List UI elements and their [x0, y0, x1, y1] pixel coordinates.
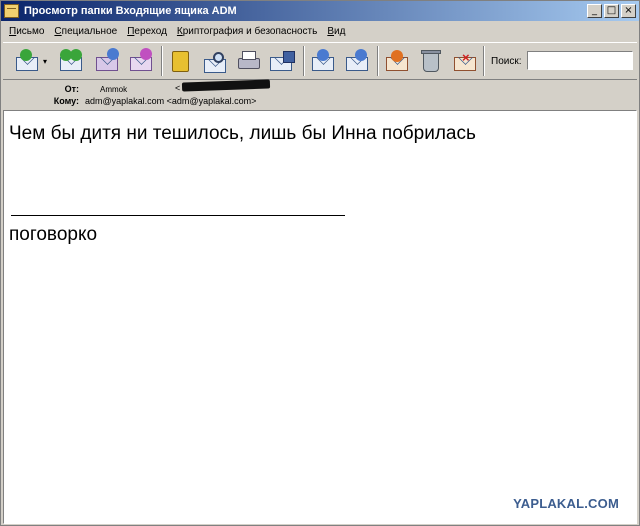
get-mail-icon[interactable]	[13, 48, 41, 74]
close-button[interactable]: ×	[621, 4, 636, 18]
title-bar[interactable]: Просмотр папки Входящие ящика ADM _ □ ×	[1, 1, 639, 21]
menu-go[interactable]: Переход	[127, 26, 167, 37]
menu-crypto[interactable]: Криптография и безопасность	[177, 26, 317, 37]
junk-icon[interactable]: ×	[451, 48, 479, 74]
print-icon[interactable]	[235, 48, 263, 74]
minimize-button[interactable]: _	[587, 4, 602, 18]
menu-bar: Письмо Специальное Переход Криптография …	[1, 21, 639, 41]
menu-special[interactable]: Специальное	[54, 26, 117, 37]
signature-divider	[11, 215, 345, 216]
redacted-email	[181, 79, 271, 92]
from-name[interactable]: Ammok	[100, 85, 127, 94]
menu-view[interactable]: Вид	[327, 26, 345, 37]
previous-message-icon[interactable]	[309, 48, 337, 74]
maximize-button[interactable]: □	[604, 4, 619, 18]
folder-app-icon	[4, 4, 19, 18]
to-label: Кому:	[53, 96, 79, 106]
find-icon[interactable]	[201, 48, 229, 74]
window-title: Просмотр папки Входящие ящика ADM	[24, 5, 237, 17]
delete-icon[interactable]	[417, 48, 445, 74]
from-label: От:	[64, 84, 79, 94]
mark-icon[interactable]	[383, 48, 411, 74]
from-bracket: <	[175, 83, 181, 93]
menu-letter[interactable]: Письмо	[9, 26, 44, 37]
address-book-icon[interactable]	[167, 48, 195, 74]
signature-text: поговорко	[9, 224, 98, 245]
toolbar: ▾ × Поиск:	[3, 42, 637, 80]
reply-icon[interactable]	[93, 48, 121, 74]
search-input[interactable]	[527, 51, 633, 70]
search-label: Поиск:	[491, 56, 522, 67]
to-value[interactable]: adm@yaplakal.com <adm@yaplakal.com>	[85, 96, 256, 106]
next-message-icon[interactable]	[343, 48, 371, 74]
save-icon[interactable]	[269, 48, 297, 74]
dropdown-arrow-icon[interactable]: ▾	[43, 57, 47, 66]
watermark-logo: YAPLAKAL.COM	[513, 496, 619, 511]
forward-icon[interactable]	[127, 48, 155, 74]
message-body: Чем бы дитя ни тешилось, лишь бы Инна по…	[9, 123, 476, 144]
mail-window: Просмотр папки Входящие ящика ADM _ □ × …	[0, 0, 640, 526]
send-receive-icon[interactable]	[57, 48, 85, 74]
message-header: От: Ammok < Кому: adm@yaplakal.com <adm@…	[3, 79, 637, 109]
message-body-pane[interactable]: Чем бы дитя ни тешилось, лишь бы Инна по…	[3, 110, 637, 524]
